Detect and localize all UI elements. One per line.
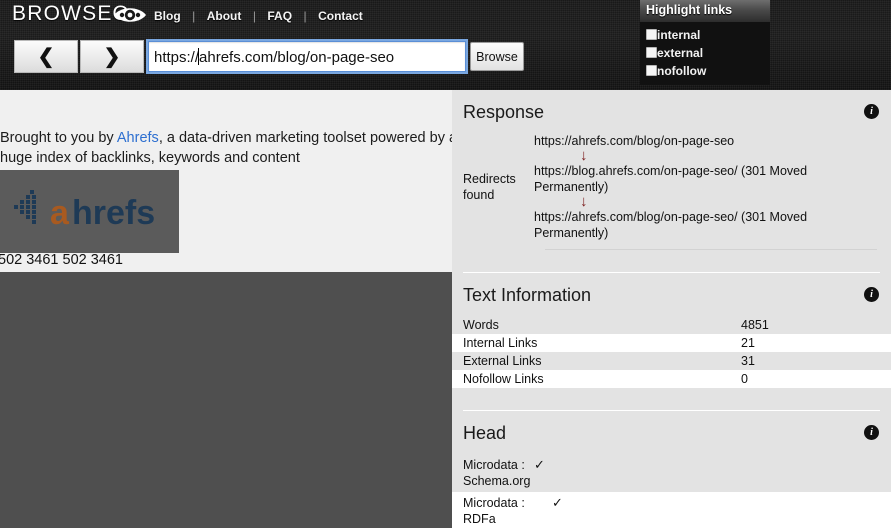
highlight-option-nofollow[interactable]: nofollow xyxy=(646,62,770,80)
head-value-microdata-rdfa: ✓ xyxy=(552,492,891,528)
info-icon[interactable]: i xyxy=(864,287,879,302)
promo-text: Brought to you by Ahrefs, a data-driven … xyxy=(0,128,452,168)
table-row: Words 4851 xyxy=(452,316,891,334)
text-info-value-nofollow-links: 0 xyxy=(741,370,891,388)
numbers-line: 502 3461 502 3461 xyxy=(0,252,123,268)
text-info-value-internal-links: 21 xyxy=(741,334,891,352)
info-icon[interactable]: i xyxy=(864,104,879,119)
eye-icon xyxy=(112,5,148,25)
chevron-right-icon: ❯ xyxy=(104,47,121,67)
section-text-information-title: Text Information xyxy=(452,273,891,316)
nav-separator-1: | xyxy=(192,9,195,23)
seo-report-pane[interactable]: Response i Redirects found https://ahref… xyxy=(452,90,891,528)
page-dark-block xyxy=(0,272,452,528)
forward-button[interactable]: ❯ xyxy=(80,40,144,73)
head-label-microdata-rdfa: Microdata : RDFa xyxy=(452,492,552,528)
main-nav: Blog | About | FAQ | Contact xyxy=(152,7,365,25)
section-response: Response i Redirects found https://ahref… xyxy=(452,90,891,273)
text-info-value-words: 4851 xyxy=(741,316,891,334)
nav-separator-3: | xyxy=(304,9,307,23)
checkbox-nofollow[interactable] xyxy=(646,65,657,76)
text-caret xyxy=(198,48,199,65)
highlight-option-internal-label: internal xyxy=(657,28,700,42)
section-head: Head i Microdata : Schema.org ✓ Microdat… xyxy=(452,411,891,528)
info-icon[interactable]: i xyxy=(864,425,879,440)
nav-item-faq[interactable]: FAQ xyxy=(267,9,292,23)
table-row: Internal Links 21 xyxy=(452,334,891,352)
url-input-value: https://ahrefs.com/blog/on-page-seo xyxy=(154,48,394,66)
ahrefs-logo-icon: a hrefs xyxy=(12,188,172,236)
table-row: Nofollow Links 0 xyxy=(452,370,891,388)
head-value-microdata-schema: ✓ xyxy=(534,454,891,492)
url-input[interactable]: https://ahrefs.com/blog/on-page-seo xyxy=(148,41,466,72)
redirects-label: Redirects found xyxy=(452,171,534,203)
redirect-url-3: https://ahrefs.com/blog/on-page-seo/ (30… xyxy=(534,209,877,241)
highlight-option-nofollow-label: nofollow xyxy=(657,64,706,78)
table-row: External Links 31 xyxy=(452,352,891,370)
redirects-values: https://ahrefs.com/blog/on-page-seo ↓ ht… xyxy=(534,133,891,241)
svg-text:hrefs: hrefs xyxy=(72,194,155,232)
nav-item-blog[interactable]: Blog xyxy=(154,9,181,23)
checkbox-internal[interactable] xyxy=(646,29,657,40)
highlight-option-external-label: external xyxy=(657,46,703,60)
arrow-down-icon-2: ↓ xyxy=(534,195,877,209)
text-info-label-words: Words xyxy=(452,316,741,334)
text-info-label-external-links: External Links xyxy=(452,352,741,370)
ahrefs-link[interactable]: Ahrefs xyxy=(117,130,159,146)
text-info-label-nofollow-links: Nofollow Links xyxy=(452,370,741,388)
nav-separator-2: | xyxy=(253,9,256,23)
text-info-label-internal-links: Internal Links xyxy=(452,334,741,352)
nav-item-contact[interactable]: Contact xyxy=(318,9,363,23)
promo-prefix: Brought to you by xyxy=(0,130,117,146)
svg-text:a: a xyxy=(50,194,70,232)
back-button[interactable]: ❮ xyxy=(14,40,78,73)
highlight-links-title: Highlight links xyxy=(640,0,770,22)
highlight-option-internal[interactable]: internal xyxy=(646,26,770,44)
redirect-url-2: https://blog.ahrefs.com/on-page-seo/ (30… xyxy=(534,163,877,195)
highlight-links-options: internal external nofollow xyxy=(640,22,770,85)
chevron-left-icon: ❮ xyxy=(38,47,55,67)
rendered-page-pane: Brought to you by Ahrefs, a data-driven … xyxy=(0,90,452,528)
text-info-value-external-links: 31 xyxy=(741,352,891,370)
checkbox-external[interactable] xyxy=(646,47,657,58)
nav-item-about[interactable]: About xyxy=(207,9,242,23)
section-head-title: Head xyxy=(452,411,891,454)
browse-button[interactable]: Browse xyxy=(470,42,524,71)
table-row: Microdata : RDFa ✓ xyxy=(452,492,891,528)
redirects-row: Redirects found https://ahrefs.com/blog/… xyxy=(452,133,891,247)
highlight-links-panel: Highlight links internal external nofoll… xyxy=(640,0,770,85)
arrow-down-icon-1: ↓ xyxy=(534,149,877,163)
section-response-title: Response xyxy=(452,90,891,133)
section-text-information: Text Information i Words 4851 Internal L… xyxy=(452,273,891,411)
table-row: Microdata : Schema.org ✓ xyxy=(452,454,891,492)
head-label-microdata-schema: Microdata : Schema.org xyxy=(452,454,534,492)
highlight-option-external[interactable]: external xyxy=(646,44,770,62)
ahrefs-logo-box: a hrefs xyxy=(0,170,179,253)
